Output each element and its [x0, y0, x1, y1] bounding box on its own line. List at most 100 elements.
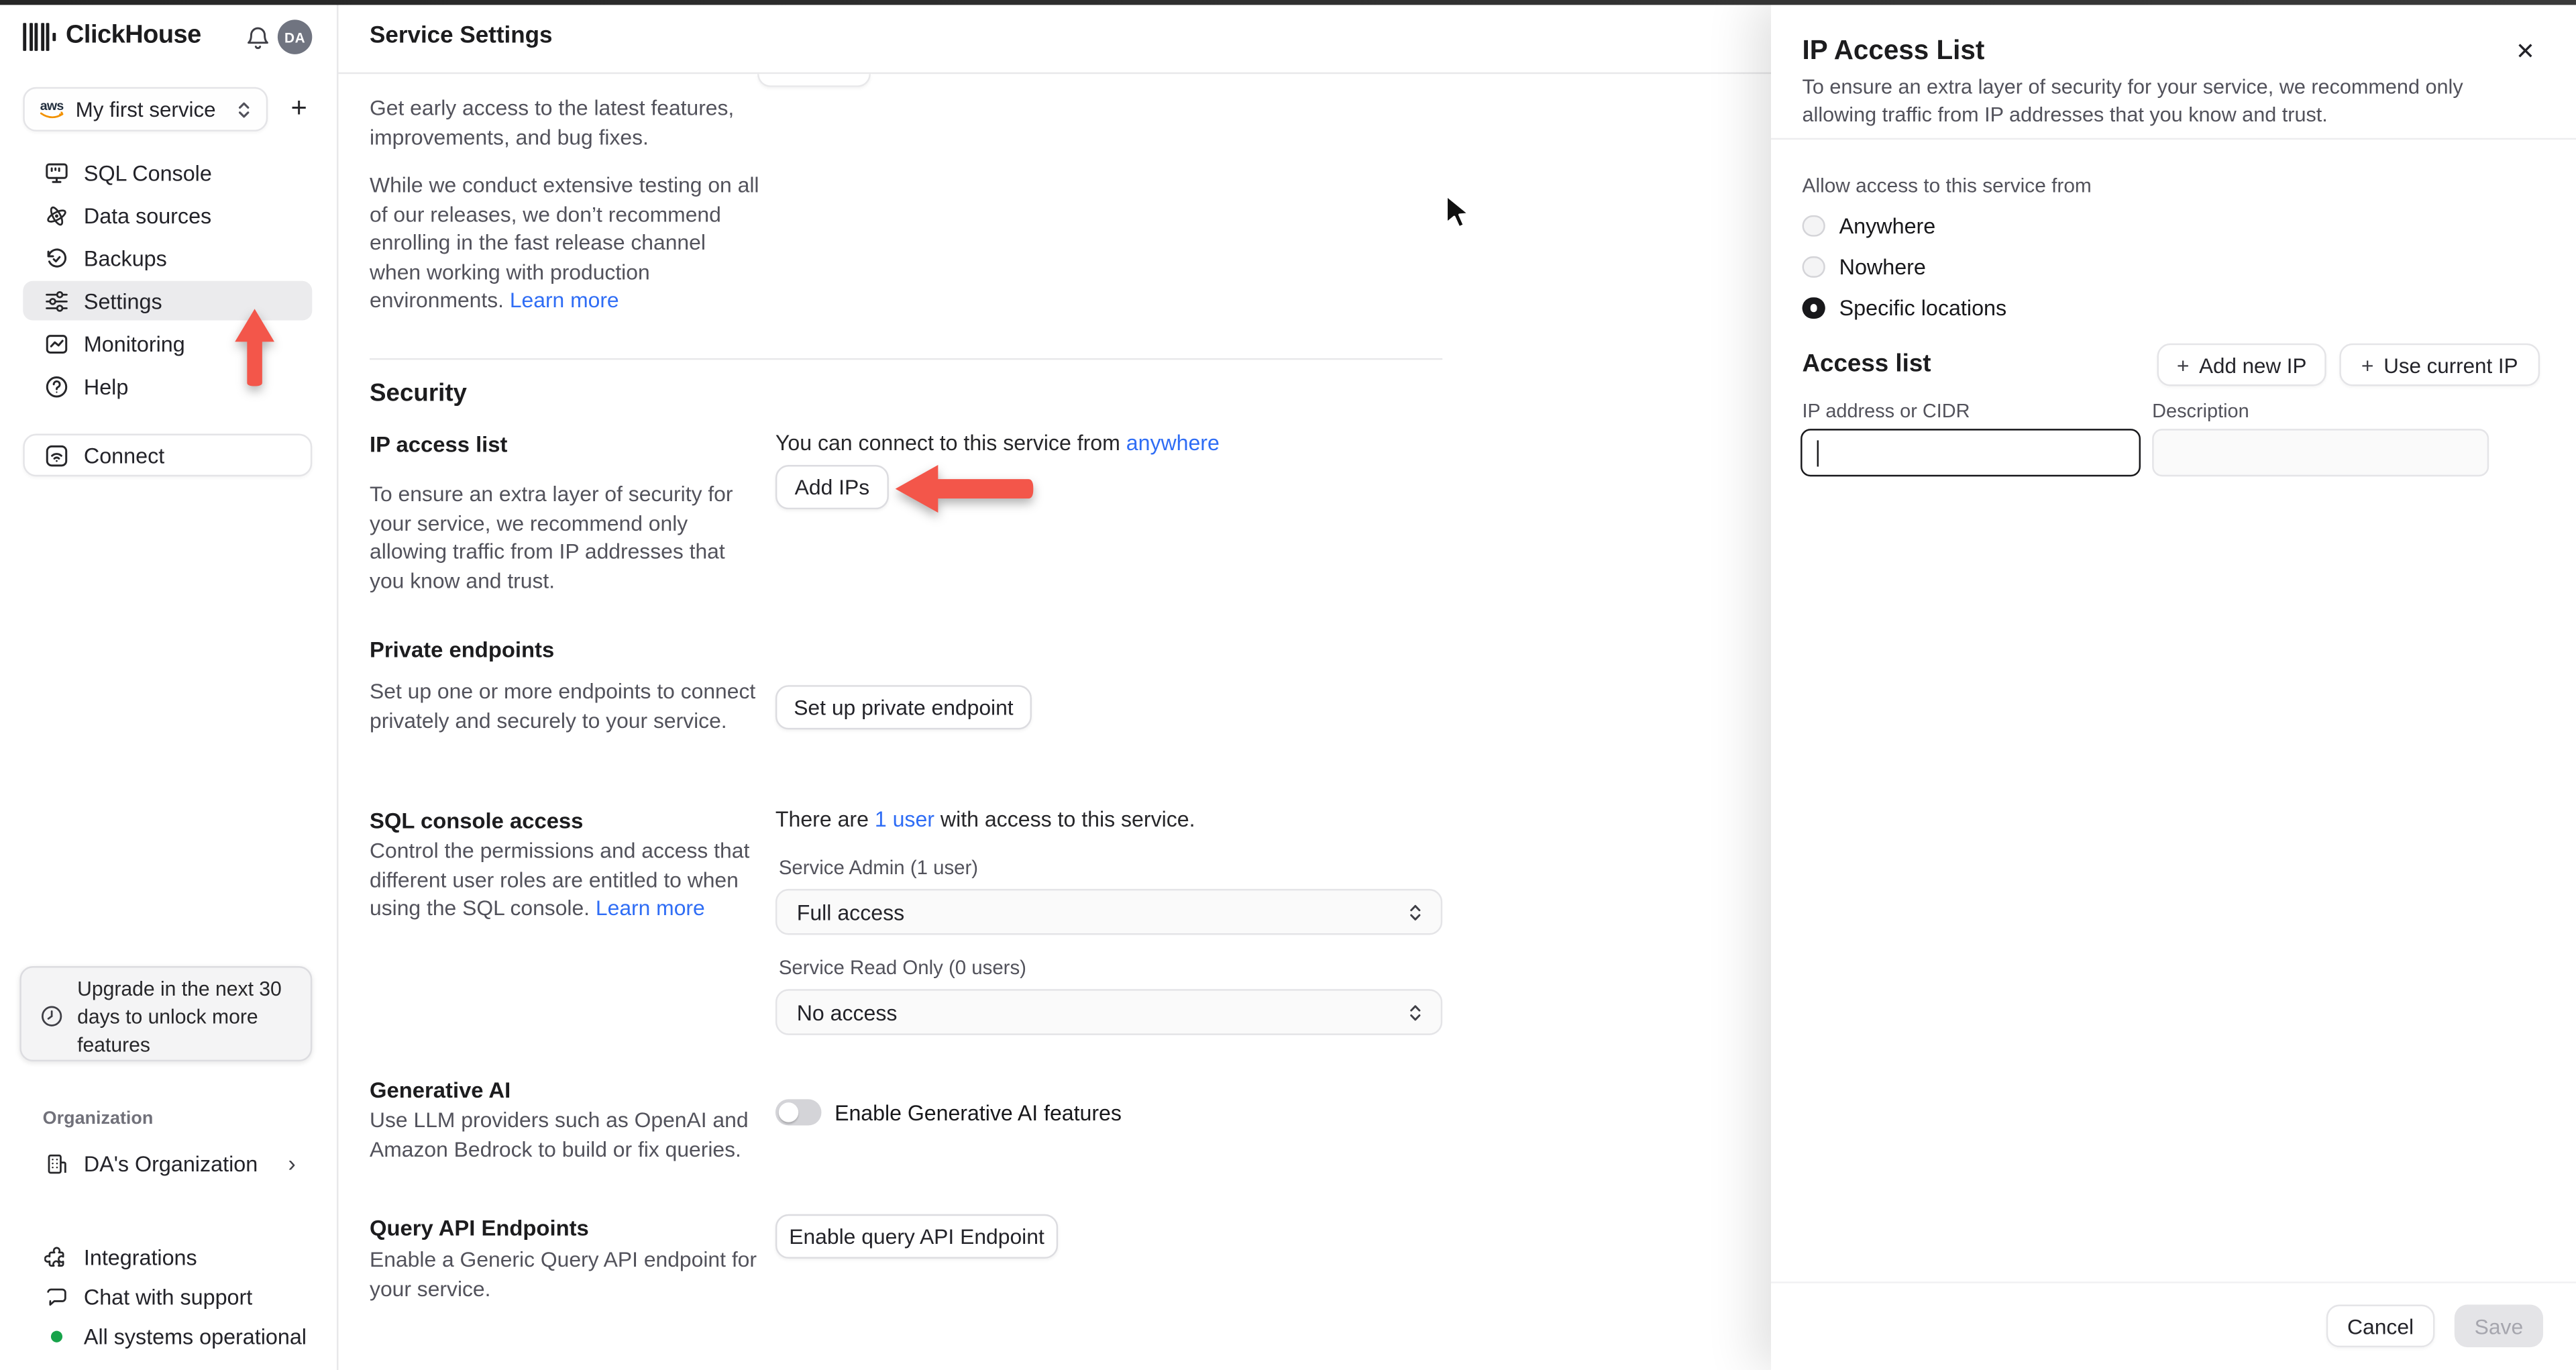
- sidebar-item-data-sources[interactable]: Data sources: [23, 195, 312, 235]
- ip-address-input[interactable]: [1801, 429, 2141, 477]
- plus-icon: +: [2176, 352, 2190, 378]
- chevron-updown-icon: [1406, 901, 1424, 923]
- annotation-arrow-left: [895, 465, 1034, 513]
- add-service-button[interactable]: +: [282, 91, 315, 127]
- sql-console-access-description: Control the permissions and access that …: [370, 837, 767, 923]
- radio-nowhere[interactable]: Nowhere: [1802, 253, 1926, 281]
- sidebar-item-label: Settings: [83, 288, 162, 313]
- panel-title: IP Access List: [1802, 36, 1985, 66]
- sidebar-item-label: Monitoring: [83, 331, 185, 356]
- setup-private-endpoint-button[interactable]: Set up private endpoint: [775, 685, 1032, 730]
- connect-wifi-icon: [44, 443, 69, 468]
- anywhere-link[interactable]: anywhere: [1126, 431, 1220, 456]
- notifications-bell-icon[interactable]: [245, 25, 271, 53]
- radio-anywhere[interactable]: Anywhere: [1802, 212, 1936, 240]
- upgrade-notice[interactable]: Upgrade in the next 30 days to unlock mo…: [19, 966, 313, 1062]
- generative-ai-toggle-label: Enable Generative AI features: [835, 1100, 1122, 1126]
- sidebar-item-backups[interactable]: Backups: [23, 238, 312, 278]
- connect-button[interactable]: Connect: [23, 433, 313, 477]
- access-list-heading: Access list: [1802, 350, 1931, 378]
- service-admin-label: Service Admin (1 user): [778, 855, 979, 880]
- add-ips-button[interactable]: Add IPs: [775, 465, 889, 510]
- panel-description: To ensure an extra layer of security for…: [1802, 75, 2463, 127]
- service-selector-label: My first service: [75, 97, 216, 122]
- page-header: Service Settings: [337, 0, 1772, 74]
- chat-bubble-icon: [44, 1285, 69, 1310]
- sql-users-prefix: There are: [775, 806, 875, 832]
- puzzle-icon: [44, 1245, 69, 1270]
- sidebar-item-label: Help: [83, 374, 129, 399]
- clickhouse-logo-icon: [23, 23, 56, 51]
- use-current-ip-button[interactable]: + Use current IP: [2339, 343, 2540, 386]
- footer-item-label: Chat with support: [83, 1285, 253, 1310]
- radio-label: Specific locations: [1839, 295, 2007, 321]
- upgrade-notice-text: Upgrade in the next 30 days to unlock mo…: [77, 978, 282, 1056]
- monitoring-chart-icon: [44, 331, 69, 356]
- one-user-link[interactable]: 1 user: [875, 806, 934, 831]
- sidebar: ClickHouse DA aws My first service + SQL…: [0, 0, 339, 1370]
- radio-circle-selected-icon: [1802, 297, 1825, 319]
- radio-specific-locations[interactable]: Specific locations: [1802, 294, 2007, 322]
- main-content: Service Settings Get early access to the…: [337, 0, 1772, 1370]
- sidebar-item-chat-support[interactable]: Chat with support: [23, 1278, 312, 1316]
- description-field-label: Description: [2152, 399, 2249, 423]
- annotation-arrow-up: [235, 309, 274, 386]
- sql-users-status: There are 1 user with access to this ser…: [775, 806, 1195, 831]
- learn-more-link[interactable]: Learn more: [596, 896, 705, 920]
- user-avatar[interactable]: DA: [277, 19, 313, 54]
- page-title: Service Settings: [370, 23, 553, 50]
- sql-console-access-label: SQL console access: [370, 808, 584, 833]
- clock-icon: [40, 1004, 64, 1029]
- chevron-updown-icon: [235, 99, 253, 119]
- chevron-right-icon: ›: [288, 1150, 296, 1177]
- backups-history-icon: [44, 246, 69, 270]
- section-divider: [370, 358, 1443, 360]
- generative-ai-toggle[interactable]: [775, 1099, 822, 1126]
- footer-item-label: All systems operational: [83, 1324, 307, 1349]
- text-caret: [1817, 440, 1819, 467]
- organization-row[interactable]: DA's Organization ›: [23, 1143, 312, 1183]
- brand-title: ClickHouse: [65, 21, 201, 50]
- sidebar-item-label: SQL Console: [83, 160, 212, 185]
- sidebar-item-integrations[interactable]: Integrations: [23, 1239, 312, 1277]
- building-icon: [44, 1151, 69, 1176]
- generative-ai-label: Generative AI: [370, 1077, 511, 1103]
- service-readonly-select[interactable]: No access: [775, 989, 1443, 1035]
- generative-ai-description: Use LLM providers such as OpenAI and Ama…: [370, 1107, 749, 1161]
- description-input[interactable]: [2152, 429, 2489, 477]
- help-icon: [44, 374, 69, 399]
- radio-label: Nowhere: [1839, 254, 1926, 280]
- connect-button-label: Connect: [83, 443, 165, 468]
- fast-release-dropdown-cutoff[interactable]: [757, 74, 871, 87]
- sidebar-item-system-status[interactable]: All systems operational: [23, 1318, 312, 1355]
- service-admin-select[interactable]: Full access: [775, 888, 1443, 935]
- settings-sliders-icon: [44, 288, 69, 313]
- clickhouse-console-screen: ClickHouse DA aws My first service + SQL…: [0, 0, 2576, 1370]
- radio-circle-icon: [1802, 256, 1825, 278]
- query-api-endpoints-label: Query API Endpoints: [370, 1216, 589, 1241]
- ip-access-list-panel: IP Access List ✕ To ensure an extra laye…: [1771, 0, 2576, 1370]
- enable-query-api-button[interactable]: Enable query API Endpoint: [775, 1214, 1059, 1259]
- fast-release-paragraph-1: Get early access to the latest features,…: [370, 95, 735, 149]
- mouse-cursor: [1445, 194, 1470, 229]
- add-new-ip-button[interactable]: + Add new IP: [2157, 343, 2326, 386]
- panel-divider: [1771, 138, 2576, 140]
- sidebar-item-label: Data sources: [83, 203, 212, 228]
- cancel-button[interactable]: Cancel: [2326, 1304, 2435, 1348]
- private-endpoints-label: Private endpoints: [370, 637, 555, 662]
- add-new-ip-label: Add new IP: [2199, 352, 2307, 378]
- connect-from-status: You can connect to this service from any…: [775, 431, 1220, 456]
- sidebar-item-sql-console[interactable]: SQL Console: [23, 153, 312, 193]
- security-heading: Security: [370, 379, 468, 408]
- radio-circle-icon: [1802, 215, 1825, 238]
- save-button[interactable]: Save: [2454, 1304, 2544, 1348]
- sql-users-suffix: with access to this service.: [934, 806, 1195, 832]
- sql-console-icon: [44, 160, 69, 185]
- learn-more-link[interactable]: Learn more: [510, 288, 619, 313]
- footer-item-label: Integrations: [83, 1245, 197, 1271]
- close-icon[interactable]: ✕: [2516, 40, 2535, 62]
- service-readonly-select-value: No access: [796, 1000, 898, 1024]
- connect-from-prefix: You can connect to this service from: [775, 430, 1126, 456]
- service-selector[interactable]: aws My first service: [23, 87, 268, 131]
- radio-label: Anywhere: [1839, 213, 1936, 239]
